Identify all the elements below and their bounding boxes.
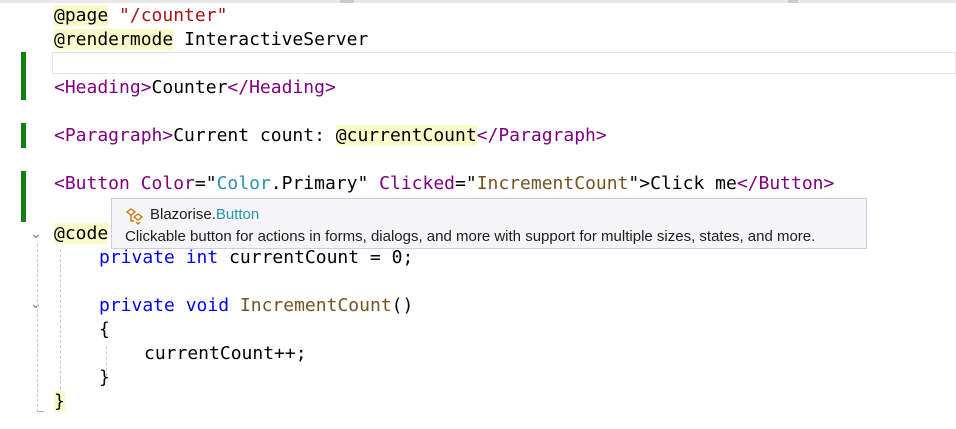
brace: { [99,319,110,340]
string-literal: "/counter" [119,5,228,26]
tooltip-class-name[interactable]: Button [216,206,259,223]
scroll-marker [788,0,798,3]
razor-directive: @page [54,5,109,26]
code-line-rendermode[interactable]: @rendermode InteractiveServer [54,28,368,52]
field-declaration: currentCount = 0; [218,247,414,268]
attr-eq: =" [194,173,217,194]
razor-directive: @rendermode [54,29,174,50]
code-line-paragraph[interactable]: <Paragraph>Current count: @currentCount<… [54,124,607,148]
attr-end: " [357,173,369,194]
attribute-name: Clicked [379,173,456,194]
code-line-field[interactable]: private int currentCount = 0; [99,246,413,270]
tag-open: <Heading> [54,77,152,98]
code-line-page[interactable]: @page "/counter" [54,4,227,28]
brace: } [54,391,65,412]
keyword: private [99,295,175,316]
class-symbol-icon [125,208,144,225]
code-line-close-brace[interactable]: } [99,366,110,390]
code-line-open-brace[interactable]: { [99,318,110,342]
button-text: Click me [650,173,737,194]
keyword: private [99,247,175,268]
code-line-button[interactable]: <Button Color="Color.Primary" Clicked="I… [54,172,834,196]
quick-info-tooltip: Blazorise.Button Clickable button for ac… [111,198,867,249]
tag-close: </Heading> [227,77,336,98]
keyword: int [185,247,219,268]
code-line-final-brace[interactable]: } [54,390,65,414]
attr-eq: =" [455,173,477,194]
rendermode-value: InteractiveServer [184,29,369,50]
code-line-heading[interactable]: <Heading>Counter</Heading> [54,76,336,100]
change-marker [21,123,26,148]
razor-code-directive: @code [54,223,109,244]
statement: currentCount++; [144,343,307,364]
code-line-code-block[interactable]: @code [54,222,109,246]
method-reference: IncrementCount [476,173,629,194]
attr-end: "> [628,173,651,194]
razor-expression: @currentCount [335,125,477,146]
fold-chevron-icon[interactable]: ⌄ [30,227,44,241]
top-scroll-strip [0,0,956,3]
type-name: Color [216,173,271,194]
tooltip-description: Clickable button for actions in forms, d… [125,228,816,245]
code-line-method[interactable]: private void IncrementCount() [99,294,413,318]
indent-guide [60,249,61,399]
tooltip-title: Blazorise.Button [150,206,259,223]
enum-member: .Primary [270,173,358,194]
brace: } [99,367,110,388]
tag-open: <Paragraph> [54,125,174,146]
tag-open: <Button [54,173,130,194]
fold-guide [37,244,38,412]
change-marker [21,52,26,100]
current-line-highlight [52,52,956,74]
paragraph-text: Current count: [173,125,336,146]
tag-close: </Button> [736,173,835,194]
attribute-name: Color [140,173,195,194]
change-marker [21,171,26,222]
keyword: void [185,295,230,316]
fold-end-marker [37,411,44,412]
parens: () [391,295,414,316]
heading-text: Counter [151,77,228,98]
tag-close: </Paragraph> [476,125,607,146]
scroll-marker [340,0,354,3]
code-line-statement[interactable]: currentCount++; [144,342,307,366]
method-name: IncrementCount [239,295,392,316]
tooltip-namespace: Blazorise. [150,206,216,223]
